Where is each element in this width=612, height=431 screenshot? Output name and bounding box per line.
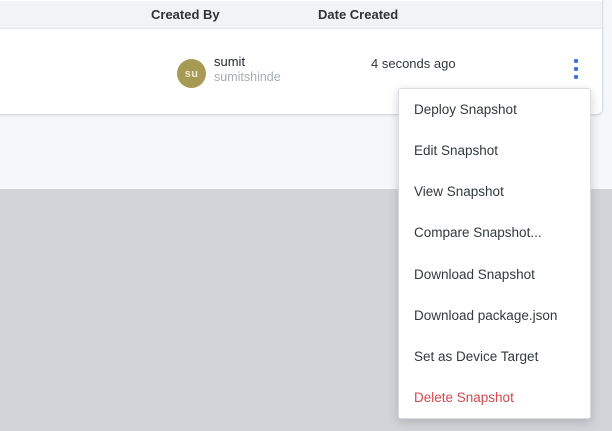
column-header-created-by: Created By: [151, 7, 220, 22]
menu-item-compare-snapshot[interactable]: Compare Snapshot...: [399, 212, 590, 254]
column-header-date-created: Date Created: [318, 7, 399, 22]
menu-item-edit-snapshot[interactable]: Edit Snapshot: [399, 130, 590, 172]
table-header-row: Created By Date Created: [0, 1, 602, 29]
date-created-value: 4 seconds ago: [371, 56, 456, 71]
menu-item-view-snapshot[interactable]: View Snapshot: [399, 171, 590, 213]
row-actions-kebab-button[interactable]: [565, 53, 587, 85]
menu-item-deploy-snapshot[interactable]: Deploy Snapshot: [399, 89, 590, 131]
user-username: sumitshinde: [214, 70, 281, 84]
user-display-name: sumit: [214, 54, 246, 69]
menu-item-download-snapshot[interactable]: Download Snapshot: [399, 253, 590, 295]
avatar: su: [177, 59, 206, 88]
snapshots-screen: Created By Date Created su sumit sumitsh…: [0, 0, 612, 431]
menu-item-download-package-json[interactable]: Download package.json: [399, 294, 590, 336]
avatar-initials: su: [184, 67, 199, 80]
menu-item-delete-snapshot[interactable]: Delete Snapshot: [399, 376, 590, 418]
snapshot-actions-menu: Deploy Snapshot Edit Snapshot View Snaps…: [398, 88, 591, 419]
menu-item-set-as-device-target[interactable]: Set as Device Target: [399, 335, 590, 377]
